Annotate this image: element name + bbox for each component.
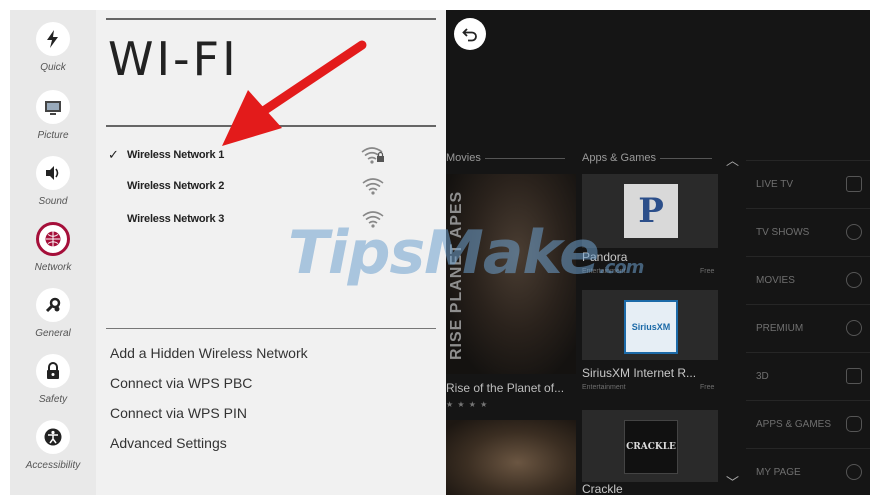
wps-pin-button[interactable]: Connect via WPS PIN: [110, 405, 247, 421]
general-gear-icon: [36, 288, 70, 322]
accessibility-icon: [36, 420, 70, 454]
menu-item-tv-shows[interactable]: TV SHOWS: [746, 208, 870, 254]
watermark: TipsMake.com: [288, 218, 644, 288]
crackle-logo-icon: CRACKLE: [624, 420, 678, 474]
advanced-settings-button[interactable]: Advanced Settings: [110, 435, 227, 451]
info-icon: [846, 464, 862, 480]
app-price: Free: [700, 384, 715, 391]
category-label: Safety: [38, 394, 68, 405]
menu-item-live-tv[interactable]: LIVE TV: [746, 160, 870, 206]
category-label: Sound: [38, 196, 68, 207]
film-icon: [846, 272, 862, 288]
lock-icon: [36, 354, 70, 388]
menu-item-apps-games[interactable]: APPS & GAMES: [746, 400, 870, 446]
menu-item-my-page[interactable]: MY PAGE: [746, 448, 870, 494]
title-divider: [106, 125, 436, 127]
network-globe-icon: [36, 222, 70, 256]
menu-item-premium[interactable]: PREMIUM: [746, 304, 870, 350]
movies-header: Movies: [446, 152, 565, 164]
movie-poster-2[interactable]: [446, 420, 576, 495]
app-tile-siriusxm[interactable]: SiriusXM: [582, 290, 718, 360]
back-button[interactable]: [454, 18, 486, 50]
category-general[interactable]: General: [10, 288, 96, 354]
page-title: WI-FI: [108, 32, 239, 86]
siriusxm-logo-icon: SiriusXM: [624, 300, 678, 354]
options-divider: [106, 328, 436, 329]
network-item-2[interactable]: Wireless Network 2: [108, 176, 438, 198]
sound-icon: [36, 156, 70, 190]
category-label: Picture: [37, 130, 69, 141]
app-tile-crackle[interactable]: CRACKLE: [582, 410, 718, 482]
category-safety[interactable]: Safety: [10, 354, 96, 420]
category-label: Accessibility: [25, 460, 81, 471]
category-quick[interactable]: Quick: [10, 22, 96, 88]
network-name: Wireless Network 2: [127, 180, 225, 192]
category-label: Network: [34, 262, 72, 273]
network-item-1[interactable]: ✓ Wireless Network 1: [108, 145, 438, 167]
rating-stars: ★ ★ ★ ★: [446, 400, 489, 409]
network-name: Wireless Network 3: [127, 213, 225, 225]
app-price: Free: [700, 268, 715, 275]
premium-icon: [846, 320, 862, 336]
movie-title: Rise of the Planet of...: [446, 381, 565, 395]
connected-check-icon: ✓: [108, 147, 119, 162]
tv-icon: [846, 176, 862, 192]
category-label: General: [35, 328, 71, 339]
network-name: Wireless Network 1: [127, 149, 225, 161]
category-network[interactable]: Network: [10, 222, 96, 288]
apps-header: Apps & Games: [582, 152, 712, 164]
gamepad-icon: [846, 416, 862, 432]
add-hidden-network-button[interactable]: Add a Hidden Wireless Network: [110, 345, 308, 361]
app-category: Entertainment: [582, 384, 626, 391]
menu-item-3d[interactable]: 3D: [746, 352, 870, 398]
app-name: Crackle: [582, 482, 623, 495]
top-divider: [106, 18, 436, 20]
scroll-up-icon[interactable]: ︿: [726, 150, 739, 169]
wifi-signal-icon: [362, 178, 384, 195]
3d-icon: [846, 368, 862, 384]
category-label: Quick: [40, 62, 66, 73]
category-picture[interactable]: Picture: [10, 90, 96, 156]
play-icon: [846, 224, 862, 240]
back-arrow-icon: [462, 28, 477, 42]
category-accessibility[interactable]: Accessibility: [10, 420, 96, 486]
wifi-secured-icon: [361, 147, 384, 164]
lightning-icon: [36, 22, 70, 56]
scroll-down-icon[interactable]: ﹀: [726, 472, 739, 491]
category-sound[interactable]: Sound: [10, 156, 96, 222]
settings-category-rail: Quick Picture Sound Network General Safe…: [10, 10, 96, 495]
menu-item-movies[interactable]: MOVIES: [746, 256, 870, 302]
picture-icon: [36, 90, 70, 124]
wps-pbc-button[interactable]: Connect via WPS PBC: [110, 375, 252, 391]
app-name: SiriusXM Internet R...: [582, 366, 697, 380]
